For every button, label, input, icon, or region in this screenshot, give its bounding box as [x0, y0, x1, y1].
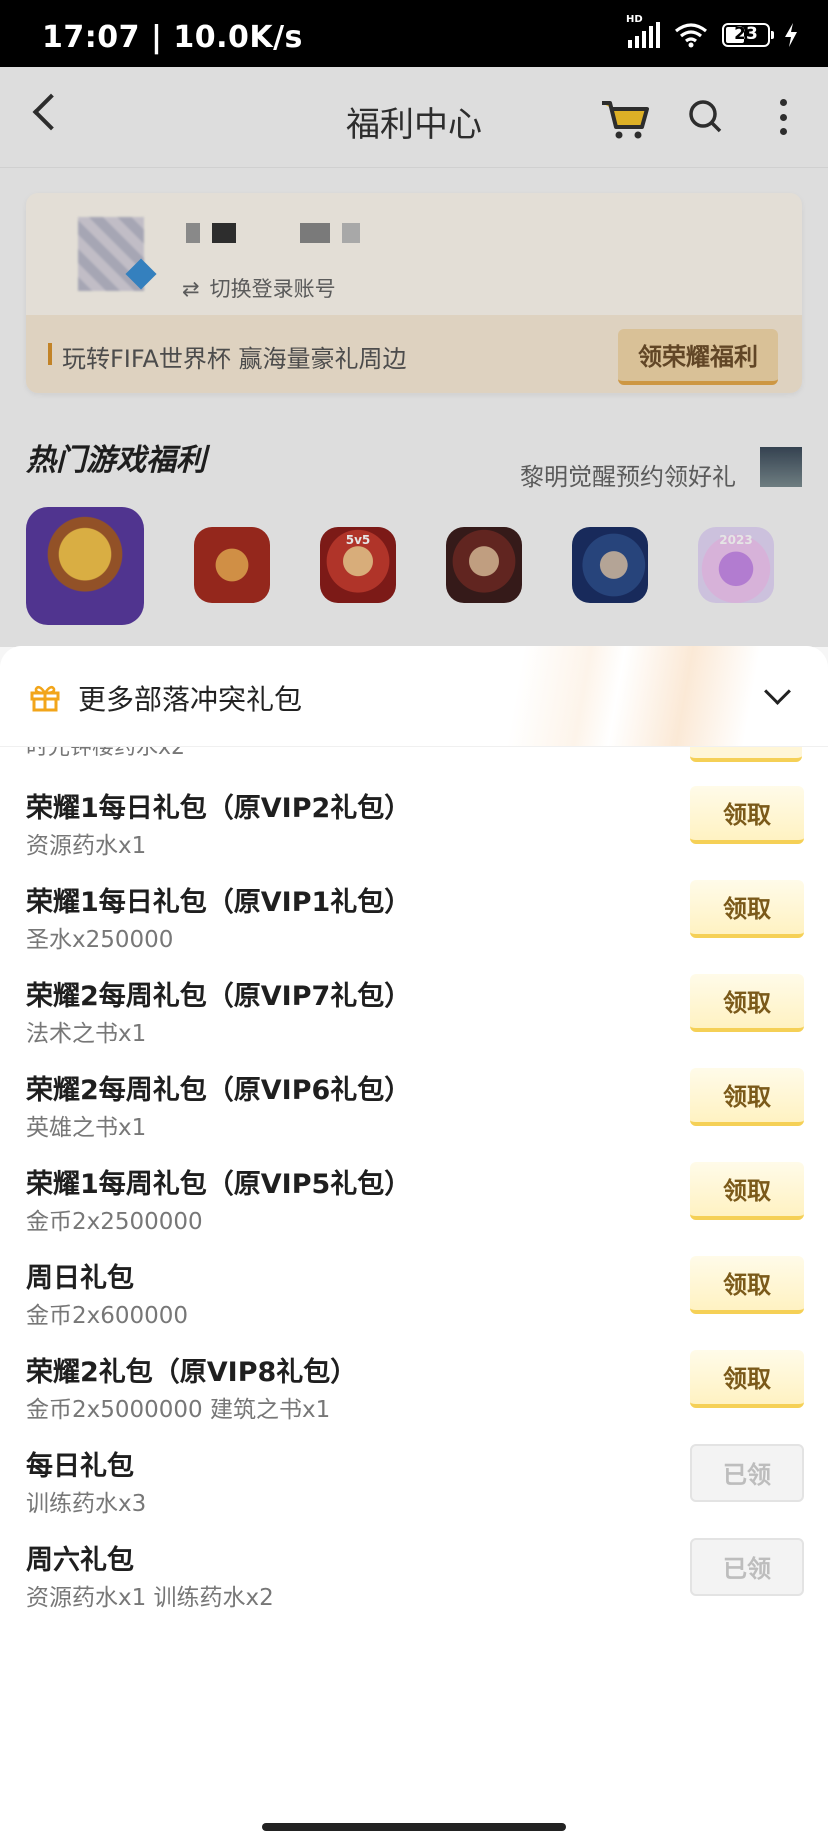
gift-desc: 金币2x5000000 建筑之书x1 — [26, 1397, 331, 1423]
signal-icon: HD — [626, 14, 660, 48]
gift-name: 荣耀1每日礼包（原VIP1礼包） — [26, 887, 412, 918]
claim-button[interactable]: 领取 — [690, 1350, 804, 1408]
gift-name: 荣耀2每周礼包（原VIP7礼包） — [26, 981, 412, 1012]
gift-icon — [30, 685, 60, 712]
gift-desc: 金币2x2500000 — [26, 1209, 203, 1235]
battery-icon: 23 — [722, 23, 774, 47]
gift-desc: 英雄之书x1 — [26, 1115, 147, 1141]
gift-desc: 训练药水x3 — [26, 1491, 147, 1517]
gift-desc: 圣水x250000 — [26, 927, 174, 953]
status-icons: HD 23 — [626, 14, 798, 48]
gift-name: 荣耀2礼包（原VIP8礼包） — [26, 1357, 358, 1388]
status-time: 17:07 | 10.0K/s — [42, 20, 303, 55]
overlay-dim[interactable] — [0, 67, 828, 647]
gift-name: 荣耀1每周礼包（原VIP5礼包） — [26, 1169, 412, 1200]
gift-item: 周六礼包 资源药水x1 训练药水x2 已领 — [0, 1538, 828, 1648]
claim-button[interactable]: 领取 — [690, 1256, 804, 1314]
status-bar: 17:07 | 10.0K/s HD 23 — [0, 0, 828, 67]
claim-button[interactable]: 领取 — [690, 1162, 804, 1220]
sheet-header: 更多部落冲突礼包 — [0, 646, 828, 747]
claim-button[interactable]: 领取 — [690, 786, 804, 844]
partial-claim-button[interactable] — [690, 746, 802, 762]
claim-button[interactable]: 领取 — [690, 1068, 804, 1126]
claimed-button[interactable]: 已领 — [690, 1538, 804, 1596]
gift-desc: 资源药水x1 训练药水x2 — [26, 1585, 274, 1611]
gift-name: 荣耀2每周礼包（原VIP6礼包） — [26, 1075, 412, 1106]
partial-item-desc: 时光钟楼药水x2 — [26, 746, 186, 760]
chevron-down-icon[interactable] — [764, 678, 791, 705]
charging-icon — [785, 23, 797, 47]
gift-desc: 法术之书x1 — [26, 1021, 147, 1047]
sheet-title: 更多部落冲突礼包 — [78, 683, 303, 716]
gift-name: 荣耀1每日礼包（原VIP2礼包） — [26, 793, 412, 824]
gift-desc: 资源药水x1 — [26, 833, 147, 859]
home-indicator[interactable] — [262, 1823, 566, 1831]
claimed-button[interactable]: 已领 — [690, 1444, 804, 1502]
gift-pack-sheet: 更多部落冲突礼包 时光钟楼药水x2 荣耀1每日礼包（原VIP2礼包） 资源药水x… — [0, 646, 828, 1840]
claim-button[interactable]: 领取 — [690, 974, 804, 1032]
wifi-icon — [675, 23, 707, 48]
gift-name: 周日礼包 — [26, 1263, 134, 1294]
gift-desc: 金币2x600000 — [26, 1303, 189, 1329]
gift-name: 周六礼包 — [26, 1545, 134, 1576]
claim-button[interactable]: 领取 — [690, 880, 804, 938]
gift-name: 每日礼包 — [26, 1451, 134, 1482]
